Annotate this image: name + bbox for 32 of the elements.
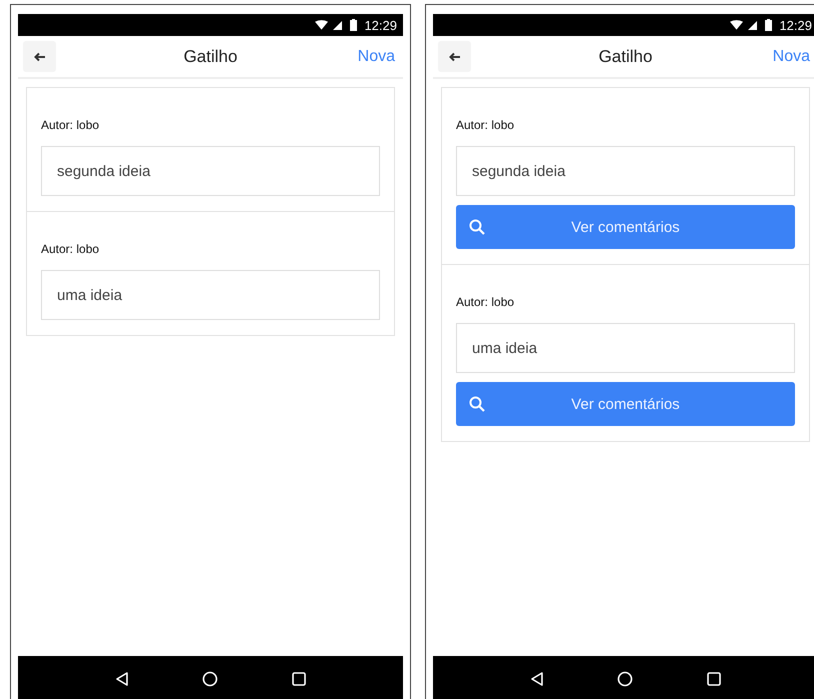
author-label: Autor: lobo: [41, 118, 100, 132]
idea-field[interactable]: segunda ideia: [41, 146, 380, 196]
status-time: 12:29: [779, 18, 812, 32]
idea-field[interactable]: segunda ideia: [456, 146, 795, 196]
search-icon: [469, 396, 485, 412]
back-arrow-icon: [34, 52, 46, 62]
battery-icon: [765, 19, 772, 31]
author-label: Autor: lobo: [456, 118, 516, 132]
author-label: Autor: lobo: [456, 295, 516, 309]
battery-icon: [350, 19, 358, 31]
status-time: 12:29: [364, 18, 397, 32]
wifi-icon: [315, 20, 328, 30]
back-arrow-icon: [448, 52, 460, 62]
new-link[interactable]: Nova: [358, 48, 395, 66]
back-button[interactable]: [438, 41, 471, 72]
search-icon: [469, 219, 485, 235]
back-triangle-icon[interactable]: [114, 671, 130, 687]
home-circle-icon[interactable]: [202, 671, 218, 687]
signal-icon: [333, 20, 342, 30]
wifi-icon: [730, 20, 744, 30]
back-button[interactable]: [23, 41, 56, 72]
idea-field[interactable]: uma ideia: [41, 270, 380, 320]
new-link[interactable]: Nova: [772, 48, 810, 66]
signal-icon: [748, 20, 758, 30]
idea-field[interactable]: uma ideia: [456, 323, 795, 373]
author-label: Autor: lobo: [41, 242, 100, 256]
home-circle-icon[interactable]: [617, 671, 634, 687]
recents-square-icon[interactable]: [290, 671, 307, 687]
screen-title: Gatilho: [598, 46, 652, 66]
screen-title: Gatilho: [184, 46, 238, 66]
recents-square-icon[interactable]: [706, 671, 722, 687]
back-triangle-icon[interactable]: [529, 671, 546, 687]
